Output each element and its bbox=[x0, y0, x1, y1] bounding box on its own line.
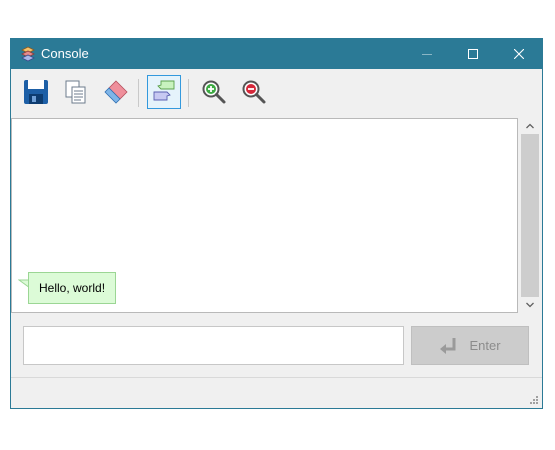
window-title: Console bbox=[41, 46, 89, 61]
chevron-up-icon bbox=[526, 123, 534, 129]
zoom-out-icon bbox=[242, 80, 266, 104]
scroll-up-button[interactable] bbox=[518, 118, 542, 134]
eraser-icon bbox=[104, 80, 128, 104]
resize-grip-icon[interactable] bbox=[529, 395, 539, 405]
title-bar[interactable]: Console bbox=[11, 39, 542, 69]
speech-bubbles-icon bbox=[153, 80, 175, 101]
vertical-scrollbar[interactable] bbox=[518, 118, 542, 313]
minimize-button[interactable] bbox=[404, 39, 450, 69]
zoom-in-button[interactable] bbox=[197, 75, 231, 109]
maximize-icon bbox=[468, 49, 478, 59]
return-arrow-icon bbox=[440, 337, 456, 354]
minimize-icon bbox=[422, 54, 432, 55]
scroll-thumb[interactable] bbox=[521, 134, 539, 297]
zoom-in-icon bbox=[202, 80, 226, 104]
toolbar-separator bbox=[188, 79, 189, 107]
stack-layers-icon bbox=[20, 46, 36, 62]
enter-button-label: Enter bbox=[469, 338, 501, 353]
save-button[interactable] bbox=[19, 75, 53, 109]
copy-button[interactable] bbox=[59, 75, 93, 109]
console-window: Console Hello, world! Enter bbox=[10, 38, 543, 409]
console-output[interactable]: Hello, world! bbox=[11, 118, 518, 313]
message-bubble: Hello, world! bbox=[28, 272, 117, 304]
zoom-out-button[interactable] bbox=[237, 75, 271, 109]
close-icon bbox=[514, 49, 524, 59]
floppy-disk-icon bbox=[24, 80, 48, 104]
scroll-down-button[interactable] bbox=[518, 297, 542, 313]
maximize-button[interactable] bbox=[450, 39, 496, 69]
status-bar bbox=[11, 377, 542, 408]
copy-documents-icon bbox=[65, 80, 86, 104]
chevron-down-icon bbox=[526, 302, 534, 308]
toggle-bubbles-button[interactable] bbox=[147, 75, 181, 109]
command-input[interactable] bbox=[23, 326, 404, 365]
toolbar bbox=[11, 69, 542, 117]
toolbar-separator bbox=[138, 79, 139, 107]
enter-button[interactable]: Enter bbox=[411, 326, 529, 365]
close-button[interactable] bbox=[496, 39, 542, 69]
clear-button[interactable] bbox=[99, 75, 133, 109]
